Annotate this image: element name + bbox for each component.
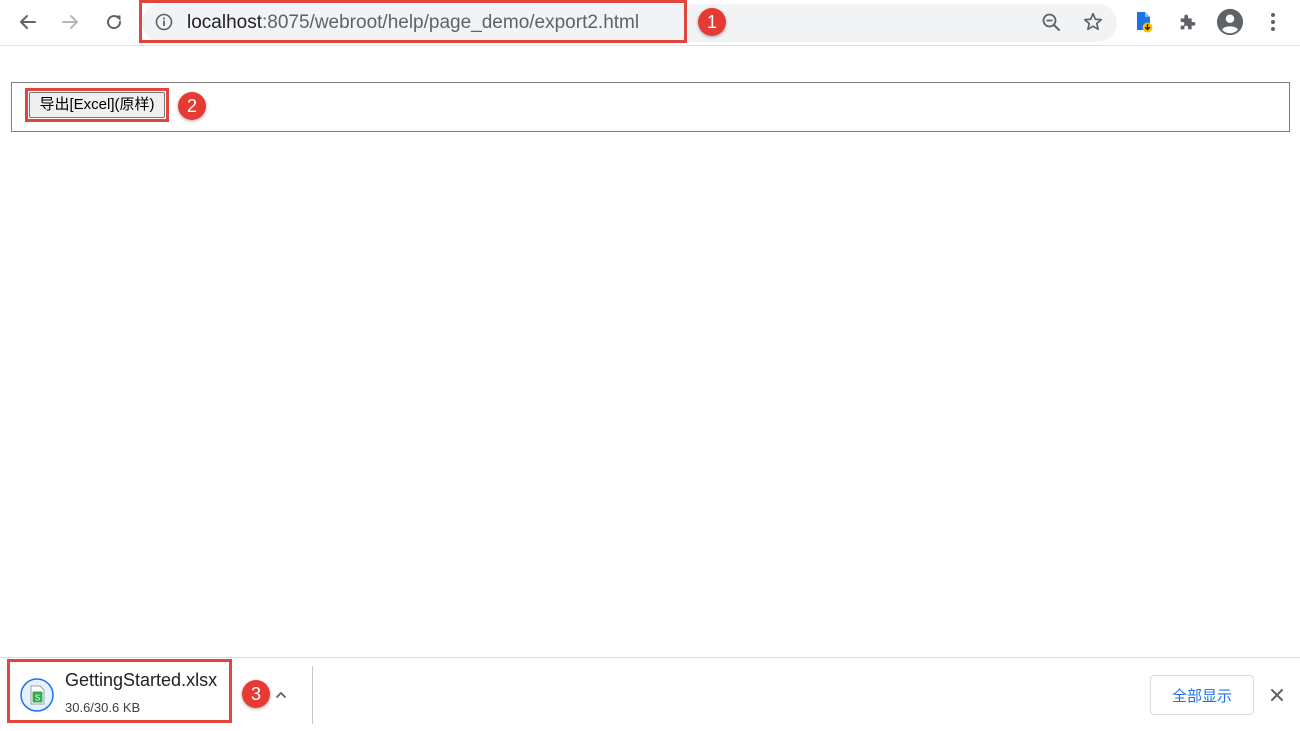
download-divider: [312, 666, 313, 724]
callout-badge-2: 2: [178, 92, 206, 120]
extension-icon[interactable]: [1130, 8, 1158, 36]
svg-text:S: S: [35, 694, 40, 703]
info-icon[interactable]: [154, 12, 174, 32]
profile-icon[interactable]: [1216, 8, 1244, 36]
browser-toolbar: localhost:8075/webroot/help/page_demo/ex…: [0, 0, 1300, 46]
download-progress: 30.6/30.6 KB: [65, 700, 141, 715]
star-icon[interactable]: [1079, 8, 1107, 36]
url-text[interactable]: localhost:8075/webroot/help/page_demo/ex…: [187, 9, 639, 37]
back-arrow-icon[interactable]: [13, 7, 43, 37]
puzzle-icon[interactable]: [1174, 8, 1202, 36]
show-all-button[interactable]: 全部显示: [1150, 675, 1254, 715]
url-host: localhost: [187, 12, 262, 33]
forward-arrow-icon[interactable]: [55, 7, 85, 37]
close-icon[interactable]: [1266, 684, 1288, 706]
spreadsheet-file-icon[interactable]: S: [20, 678, 54, 712]
chevron-up-icon[interactable]: [270, 684, 292, 706]
kebab-menu-icon[interactable]: [1259, 8, 1287, 36]
reload-icon[interactable]: [99, 7, 129, 37]
export-excel-button[interactable]: 导出[Excel](原样): [29, 92, 165, 118]
callout-badge-1: 1: [698, 8, 726, 36]
callout-badge-3: 3: [242, 680, 270, 708]
url-path: :8075/webroot/help/page_demo/export2.htm…: [262, 12, 640, 33]
zoom-out-icon[interactable]: [1037, 8, 1065, 36]
download-bar: [0, 657, 1300, 731]
download-file-name[interactable]: GettingStarted.xlsx: [65, 670, 217, 691]
